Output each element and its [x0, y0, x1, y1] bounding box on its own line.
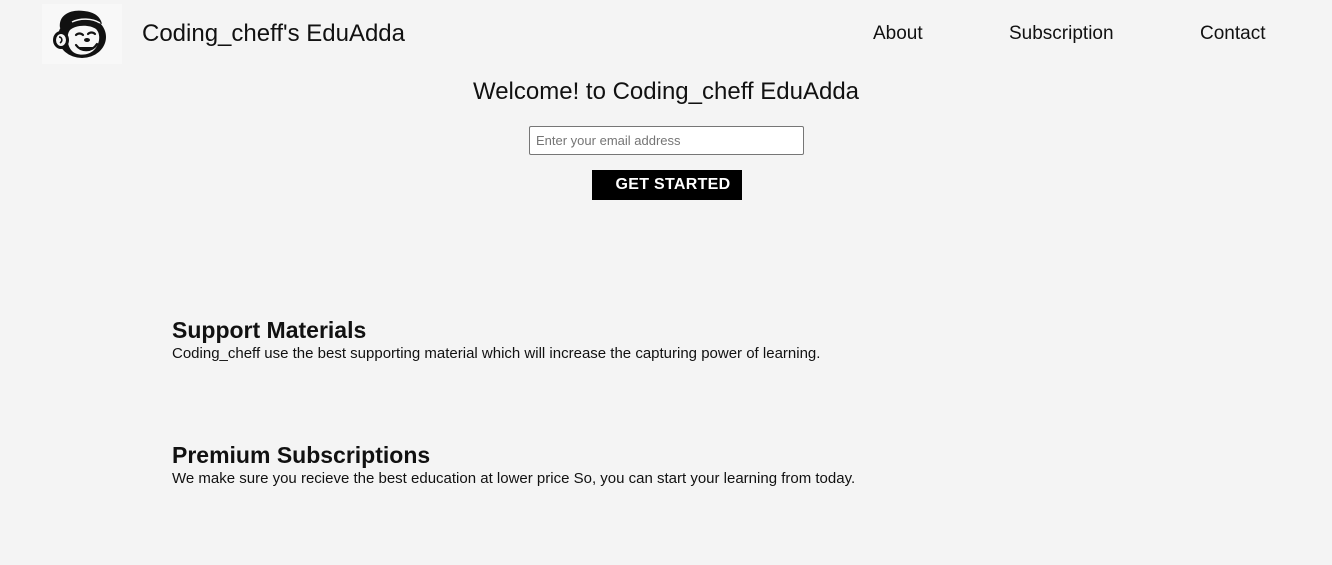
hero-title: Welcome! to Coding_cheff EduAdda — [472, 78, 860, 105]
nav-link-contact[interactable]: Contact — [1200, 22, 1265, 46]
top-navbar: Coding_cheff's EduAdda About Subscriptio… — [0, 0, 1332, 68]
nav-link-about[interactable]: About — [873, 22, 923, 46]
page: Coding_cheff's EduAdda About Subscriptio… — [0, 0, 1332, 565]
logo[interactable] — [42, 4, 122, 64]
get-started-button[interactable]: GET STARTED — [592, 170, 742, 200]
site-title: Coding_cheff's EduAdda — [142, 20, 406, 47]
email-input[interactable] — [529, 126, 804, 155]
feature-title-support-materials: Support Materials — [172, 317, 367, 343]
feature-text-premium-subscriptions: We make sure you recieve the best educat… — [172, 470, 856, 487]
monkey-mascot-icon — [53, 10, 106, 58]
feature-title-premium-subscriptions: Premium Subscriptions — [172, 442, 431, 468]
feature-text-support-materials: Coding_cheff use the best supporting mat… — [172, 345, 821, 362]
nav-link-subscription[interactable]: Subscription — [1009, 22, 1114, 46]
